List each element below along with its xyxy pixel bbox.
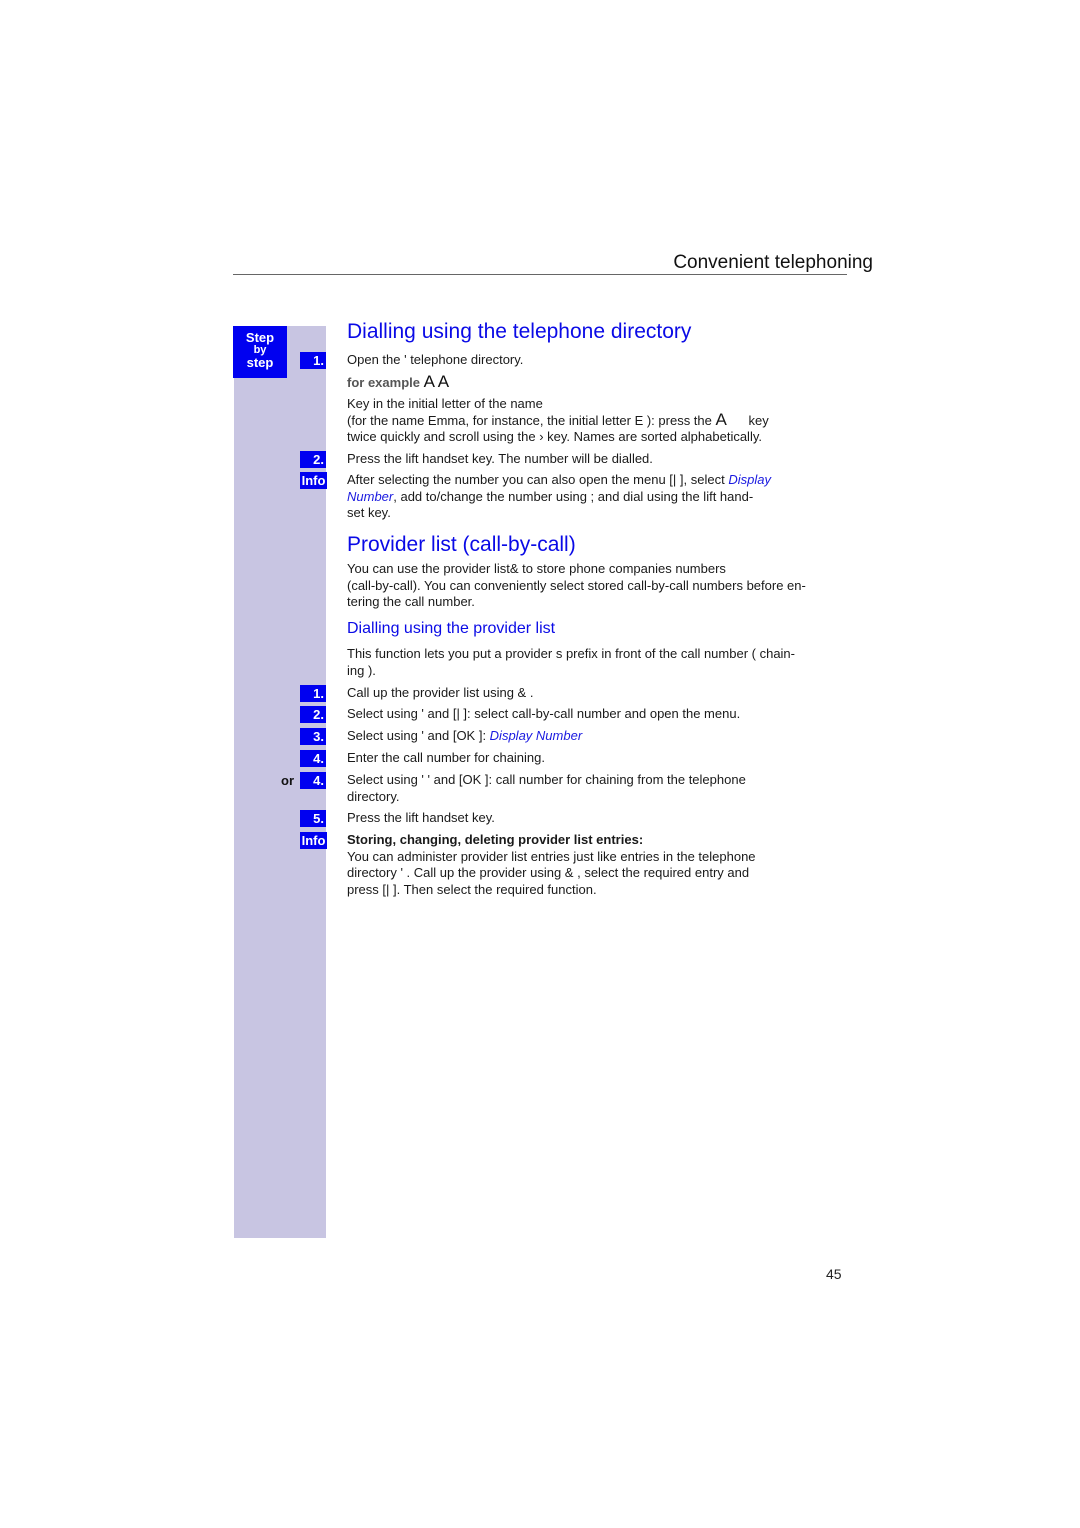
provider-step-badge-2: 2. (300, 706, 326, 723)
provider-step-text-4: Enter the call number for chaining. (347, 750, 545, 765)
provider-step-badge-3: 3. (300, 728, 326, 745)
provider-intro-line-2: (call-by-call). You can conveniently sel… (347, 577, 806, 593)
display-number-link-b: Number (347, 488, 394, 504)
step-text-2: Press the lift handset key. The number w… (347, 451, 653, 466)
step-by-step-label: Step by step (233, 326, 287, 378)
provider-step-badge-4-alt: 4. (300, 772, 326, 789)
info-badge-1: Info (300, 472, 327, 489)
provider-step-badge-5: 5. (300, 810, 326, 827)
provider-step-text-4-alt: Select using ' ' and [OK ]: call number … (347, 772, 847, 805)
provider-step-badge-1: 1. (300, 685, 326, 702)
display-number-link-a: Display (728, 472, 771, 487)
key-in-line-2: (for the name Emma, for instance, the in… (347, 410, 847, 430)
chapter-title: Convenient telephoning (673, 252, 873, 273)
provider-step-text-2: Select using ' and [| ]: select call-by-… (347, 706, 741, 721)
header-divider (233, 274, 847, 275)
or-label: or (281, 773, 294, 788)
display-number-link-c: Display Number (489, 728, 583, 743)
provider-step-text-3: Select using ' and [OK ]: Display Number (347, 728, 847, 745)
provider-intro-line-1: You can use the provider list& to store … (347, 561, 726, 576)
provider-step-text-1: Call up the provider list using & . (347, 685, 534, 700)
info-line-2: directory ' . Call up the provider using… (347, 865, 750, 880)
info-line-1: You can administer provider list entries… (347, 848, 756, 864)
provider-step-text-5: Press the lift handset key. (347, 810, 495, 825)
info-badge-2: Info (300, 832, 327, 849)
provider-intro: You can use the provider list& to store … (347, 561, 847, 611)
step-label-word-3: step (246, 355, 274, 370)
step-label-word-1: Step (245, 330, 275, 345)
provider-step-text-4-alt-b: directory. (347, 788, 400, 804)
example-keys: A A (423, 372, 450, 391)
subsection-intro: This function lets you put a provider s … (347, 646, 847, 679)
info-text-1a: After selecting the number you can also … (347, 472, 729, 487)
section-title-telephone-directory: Dialling using the telephone directory (347, 320, 692, 343)
info-text-2: Storing, changing, deleting provider lis… (347, 832, 847, 898)
info-text-1: After selecting the number you can also … (347, 472, 847, 522)
key-in-line-2-text: (for the name Emma, for instance, the in… (347, 413, 712, 428)
key-in-line-2-end: key (748, 413, 769, 428)
provider-step-text-4-alt-a: Select using ' ' and [OK ]: call number … (347, 772, 746, 787)
info-heading: Storing, changing, deleting provider lis… (347, 832, 644, 847)
step-badge-2: 2. (300, 451, 326, 468)
step-badge-1: 1. (300, 352, 326, 369)
provider-step-text-3a: Select using ' and [OK ]: (347, 728, 490, 743)
subsection-intro-line-1: This function lets you put a provider s … (347, 646, 795, 661)
key-in-line-3: twice quickly and scroll using the › key… (347, 429, 762, 444)
key-a-glyph: A (715, 410, 727, 429)
page-number: 45 (826, 1266, 842, 1282)
key-in-line-1: Key in the initial letter of the name (347, 396, 543, 411)
example-label: for example (347, 375, 420, 390)
info-text-1c: set key. (347, 505, 391, 520)
subsection-title-dialling-provider: Dialling using the provider list (347, 620, 556, 637)
subsection-intro-line-2: ing ). (347, 662, 376, 678)
provider-intro-line-3: tering the call number. (347, 594, 475, 609)
step-text-1: Open the ' telephone directory. (347, 352, 524, 367)
section-title-provider-list: Provider list (call-by-call) (347, 533, 576, 556)
info-line-3: press [| ]. Then select the required fun… (347, 881, 597, 897)
provider-step-badge-4: 4. (300, 750, 326, 767)
example-line: for example A A (347, 372, 449, 392)
info-text-1b: , add to/change the number using ; and d… (393, 488, 754, 504)
